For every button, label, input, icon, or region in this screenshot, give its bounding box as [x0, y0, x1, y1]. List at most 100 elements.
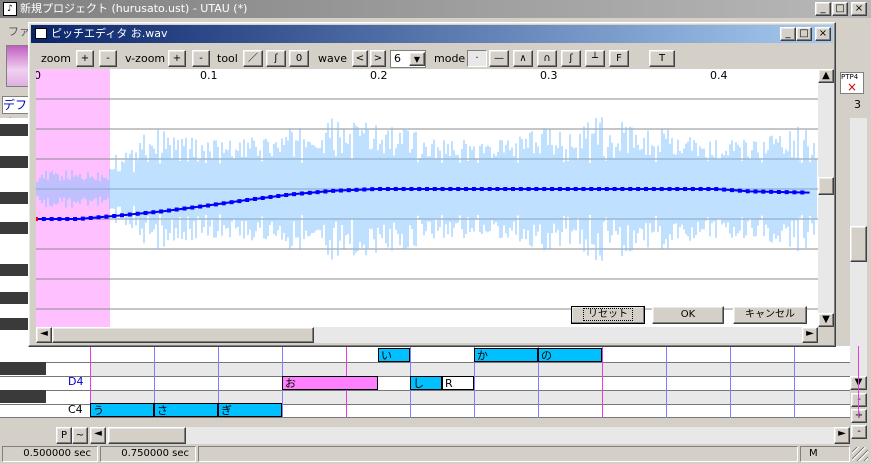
reset-button[interactable]: リセット: [571, 306, 645, 324]
pitch-point: [409, 187, 414, 191]
tool-label: tool: [217, 52, 238, 65]
note-block[interactable]: う: [90, 403, 154, 417]
pitch-point: [448, 187, 453, 191]
chevron-down-icon[interactable]: ▼: [409, 52, 425, 66]
tilde-button[interactable]: ~: [72, 427, 88, 444]
key-label-d4: D4: [68, 375, 84, 388]
pitch-point: [784, 190, 789, 195]
pitch-point: [143, 210, 148, 215]
pitch-point: [683, 187, 688, 191]
lower-black-key-1: [0, 362, 46, 375]
mode-step-button[interactable]: ┴: [585, 50, 605, 67]
pitch-close-button[interactable]: ×: [815, 27, 831, 41]
pitch-point: [120, 213, 125, 218]
pitch-point: [198, 204, 203, 209]
zoom-minus-button[interactable]: -: [99, 50, 117, 67]
pitch-graph[interactable]: [36, 69, 818, 329]
hscroll-right[interactable]: ►: [834, 427, 850, 444]
pitch-editor-title-bar[interactable]: ピッチエディタ お.wav: [31, 25, 833, 43]
pitch-point: [268, 194, 273, 199]
note-block[interactable]: さ: [154, 403, 218, 417]
cancel-button[interactable]: キャンセル: [733, 306, 807, 324]
pitch-horizontal-scrollbar[interactable]: ◄ ►: [36, 327, 818, 343]
pitch-point: [698, 187, 703, 191]
note-block[interactable]: い: [378, 348, 410, 362]
pitch-point: [190, 205, 195, 210]
reset-button-label: リセット: [583, 308, 633, 321]
main-title-bar[interactable]: ♪ 新規プロジェクト (hurusato.ust) - UTAU (*): [0, 0, 871, 18]
grid-line: [666, 346, 667, 418]
pitch-point: [206, 203, 211, 208]
zoom-plus-button[interactable]: +: [76, 50, 94, 67]
note-block[interactable]: の: [538, 348, 602, 362]
pitch-point: [573, 187, 578, 191]
pitch-hscroll-thumb[interactable]: [52, 327, 314, 343]
mode-t-button[interactable]: T: [649, 50, 675, 67]
mode-flat-button[interactable]: —: [489, 50, 509, 67]
piano-roll-lower[interactable]: D4 C4 い かのお しR うさぎ: [0, 346, 859, 418]
wave-next-button[interactable]: >: [370, 50, 386, 67]
main-maximize-button[interactable]: □: [832, 2, 848, 16]
wave-select[interactable]: 6 ▼: [390, 50, 426, 68]
mode-f-button[interactable]: F: [609, 50, 629, 67]
pitch-point: [628, 187, 633, 191]
note-block[interactable]: か: [474, 348, 538, 362]
pitch-vscroll-up[interactable]: ▲: [818, 69, 834, 83]
pitch-point: [589, 187, 594, 191]
wave-select-value: 6: [394, 52, 401, 65]
pitch-vscroll-thumb[interactable]: [818, 177, 834, 195]
pitch-point: [166, 208, 171, 213]
pitch-point: [237, 199, 242, 204]
pitch-point: [41, 217, 46, 221]
hscroll-left[interactable]: ◄: [90, 427, 106, 444]
pitch-point: [487, 187, 492, 191]
pitch-maximize-button[interactable]: □: [796, 27, 812, 41]
tool-curve-button[interactable]: ʃ: [266, 50, 286, 67]
pitch-canvas[interactable]: 0 0.1 0.2 0.3 0.4 リセット OK キャンセル: [36, 69, 818, 329]
pitch-minimize-button[interactable]: _: [780, 27, 796, 41]
tool-zero-button[interactable]: 0: [289, 50, 309, 67]
note-block[interactable]: ぎ: [218, 403, 282, 417]
main-vzoom-plus[interactable]: +: [851, 409, 867, 423]
pitch-point: [362, 187, 367, 192]
pitch-point: [127, 212, 132, 217]
wave-prev-button[interactable]: <: [352, 50, 368, 67]
pitch-point: [776, 189, 781, 194]
hscroll-thumb[interactable]: [108, 427, 186, 444]
mode-arch-button[interactable]: ∩: [537, 50, 557, 67]
main-minimize-button[interactable]: _: [815, 2, 831, 16]
pitch-point: [675, 187, 680, 191]
main-close-button[interactable]: ×: [851, 2, 867, 16]
main-horizontal-scrollbar[interactable]: ◄ ►: [90, 427, 850, 444]
main-vscroll-thumb[interactable]: [850, 226, 867, 262]
pitch-point: [636, 187, 641, 191]
pitch-vscroll-down[interactable]: ▼: [818, 313, 834, 327]
pitch-point: [753, 189, 758, 194]
ok-button[interactable]: OK: [652, 306, 724, 324]
note-rest[interactable]: R: [442, 376, 474, 390]
pitch-editor-window[interactable]: ピッチエディタ お.wav _ □ × zoom + - v-zoom + - …: [28, 22, 836, 347]
main-zoom-minus[interactable]: -: [851, 425, 867, 439]
ptp-icon[interactable]: PTP4 ×: [840, 72, 864, 94]
mode-s-button[interactable]: ʃ: [561, 50, 581, 67]
main-vzoom-minus[interactable]: -: [851, 393, 867, 407]
note-block[interactable]: お: [282, 376, 378, 390]
pitch-hscroll-left[interactable]: ◄: [36, 327, 52, 343]
pitch-hscroll-right[interactable]: ►: [802, 327, 818, 343]
resize-grip[interactable]: [852, 447, 868, 461]
vzoom-plus-button[interactable]: +: [168, 50, 186, 67]
p-button[interactable]: P: [56, 427, 72, 444]
tool-line-button[interactable]: ／: [243, 50, 263, 67]
mode-peak-button[interactable]: ∧: [513, 50, 533, 67]
pitch-point: [597, 187, 602, 191]
pitch-point: [495, 187, 500, 191]
mode-dot-button[interactable]: ·: [467, 50, 487, 67]
pitch-point: [440, 187, 445, 191]
vzoom-minus-button[interactable]: -: [192, 50, 210, 67]
note-block[interactable]: し: [410, 376, 442, 390]
pitch-point: [667, 187, 672, 191]
app-icon: ♪: [3, 2, 17, 16]
lower-black-key-2: [0, 390, 46, 403]
pitch-vertical-scrollbar[interactable]: ▲ ▼: [818, 69, 834, 327]
pitch-point: [229, 200, 234, 205]
